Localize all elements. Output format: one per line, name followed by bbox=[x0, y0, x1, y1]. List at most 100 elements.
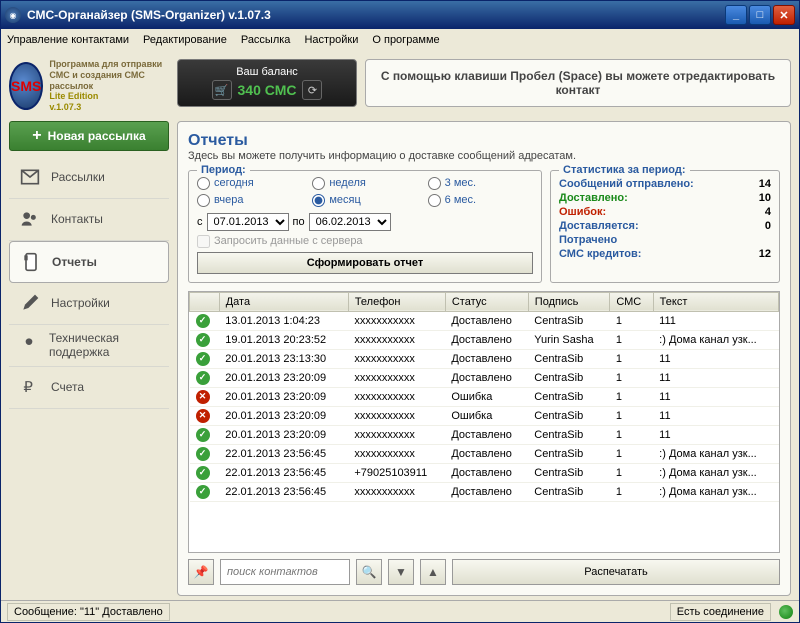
stat-errors-label: Ошибок: bbox=[559, 206, 606, 218]
mail-icon bbox=[19, 166, 41, 188]
table-row[interactable]: ✓13.01.2013 1:04:23xxxxxxxxxxxДоставлено… bbox=[190, 311, 779, 330]
print-button[interactable]: Распечатать bbox=[452, 559, 780, 585]
maximize-button[interactable]: □ bbox=[749, 5, 771, 25]
stat-errors-value: 4 bbox=[765, 206, 771, 218]
content-panel: Отчеты Здесь вы можете получить информац… bbox=[177, 121, 791, 596]
stat-delivered-value: 10 bbox=[759, 192, 771, 204]
stats-legend: Статистика за период: bbox=[559, 164, 690, 176]
top-area: SMS Программа для отправки СМС и создани… bbox=[1, 51, 799, 117]
table-row[interactable]: ✕20.01.2013 23:20:09xxxxxxxxxxxОшибкаCen… bbox=[190, 406, 779, 425]
check-icon: ✓ bbox=[196, 466, 210, 480]
new-campaign-button[interactable]: Новая рассылка bbox=[9, 121, 169, 151]
column-header[interactable]: Дата bbox=[219, 292, 348, 311]
stat-credits-value: 12 bbox=[759, 248, 771, 260]
sidebar-item-support[interactable]: Техническая поддержка bbox=[9, 325, 169, 367]
sidebar-item-billing[interactable]: ₽Счета bbox=[9, 367, 169, 409]
sidebar-item-label: Контакты bbox=[51, 212, 103, 226]
balance-value: 340 СМС bbox=[238, 82, 297, 98]
bottom-toolbar: 📌 🔍 ▼ ▲ Распечатать bbox=[188, 559, 780, 585]
filter-row: Период: сегоднянеделя3 мес.вчерамесяц6 м… bbox=[188, 170, 780, 283]
sidebar-item-settings[interactable]: Настройки bbox=[9, 283, 169, 325]
menu-item[interactable]: Настройки bbox=[304, 34, 358, 46]
to-label: по bbox=[293, 216, 305, 228]
stat-credits-label: СМС кредитов: bbox=[559, 248, 641, 260]
to-date-select[interactable]: 06.02.2013 bbox=[309, 213, 391, 231]
statusbar: Сообщение: "11" Доставлено Есть соединен… bbox=[1, 600, 799, 622]
menu-item[interactable]: Редактирование bbox=[143, 34, 227, 46]
period-radio[interactable]: месяц bbox=[312, 194, 417, 207]
stat-sent-value: 14 bbox=[759, 178, 771, 190]
date-range-row: с 07.01.2013 по 06.02.2013 bbox=[197, 213, 533, 231]
page-subtitle: Здесь вы можете получить информацию о до… bbox=[188, 150, 780, 162]
table-row[interactable]: ✓20.01.2013 23:13:30xxxxxxxxxxxДоставлен… bbox=[190, 349, 779, 368]
column-header[interactable]: Телефон bbox=[348, 292, 445, 311]
cart-icon[interactable]: 🛒 bbox=[212, 80, 232, 100]
table-row[interactable]: ✓19.01.2013 20:23:52xxxxxxxxxxxДоставлен… bbox=[190, 330, 779, 349]
sidebar-item-label: Техническая поддержка bbox=[49, 331, 159, 359]
search-input[interactable] bbox=[220, 559, 350, 585]
table-row[interactable]: ✓22.01.2013 23:56:45+79025103911Доставле… bbox=[190, 463, 779, 482]
app-icon: ◉ bbox=[5, 7, 21, 23]
from-date-select[interactable]: 07.01.2013 bbox=[207, 213, 289, 231]
table-row[interactable]: ✓20.01.2013 23:20:09xxxxxxxxxxxДоставлен… bbox=[190, 368, 779, 387]
period-radio[interactable]: 6 мес. bbox=[428, 194, 533, 207]
from-label: с bbox=[197, 216, 203, 228]
error-icon: ✕ bbox=[196, 409, 210, 423]
menu-item[interactable]: О программе bbox=[372, 34, 439, 46]
down-icon[interactable]: ▼ bbox=[388, 559, 414, 585]
stat-sent-label: Сообщений отправлено: bbox=[559, 178, 694, 190]
stats-fieldset: Статистика за период: Сообщений отправле… bbox=[550, 170, 780, 283]
table-row[interactable]: ✓20.01.2013 23:20:09xxxxxxxxxxxДоставлен… bbox=[190, 425, 779, 444]
refresh-balance-icon[interactable]: ⟳ bbox=[302, 80, 322, 100]
period-legend: Период: bbox=[197, 164, 250, 176]
balance-panel: Ваш баланс 🛒 340 СМС ⟳ bbox=[177, 59, 357, 107]
sidebar-item-mail[interactable]: Рассылки bbox=[9, 157, 169, 199]
period-radio[interactable]: вчера bbox=[197, 194, 302, 207]
menu-item[interactable]: Рассылка bbox=[241, 34, 291, 46]
column-header[interactable]: СМС bbox=[610, 292, 653, 311]
reports-icon bbox=[20, 251, 42, 273]
app-window: ◉ СМС-Органайзер (SMS-Organizer) v.1.07.… bbox=[0, 0, 800, 623]
period-radio[interactable]: неделя bbox=[312, 177, 417, 190]
server-request-input[interactable] bbox=[197, 235, 210, 248]
close-button[interactable]: ✕ bbox=[773, 5, 795, 25]
report-table-wrap[interactable]: ДатаТелефонСтатусПодписьСМСТекст ✓13.01.… bbox=[188, 291, 780, 553]
settings-icon bbox=[19, 292, 41, 314]
contacts-icon bbox=[19, 208, 41, 230]
sidebar-item-label: Отчеты bbox=[52, 255, 97, 269]
column-header[interactable]: Подпись bbox=[528, 292, 610, 311]
period-radio[interactable]: сегодня bbox=[197, 177, 302, 190]
stat-pending-value: 0 bbox=[765, 220, 771, 232]
check-icon: ✓ bbox=[196, 352, 210, 366]
up-icon[interactable]: ▲ bbox=[420, 559, 446, 585]
logo-text: Программа для отправки СМС и создания СМ… bbox=[49, 59, 169, 113]
sidebar-item-label: Рассылки bbox=[51, 170, 105, 184]
column-header[interactable] bbox=[190, 292, 220, 311]
sidebar-item-label: Настройки bbox=[51, 296, 110, 310]
balance-label: Ваш баланс bbox=[236, 66, 298, 78]
window-title: СМС-Органайзер (SMS-Organizer) v.1.07.3 bbox=[27, 8, 725, 22]
column-header[interactable]: Текст bbox=[653, 292, 778, 311]
menu-item[interactable]: Управление контактами bbox=[7, 34, 129, 46]
globe-icon bbox=[779, 605, 793, 619]
sidebar-item-reports[interactable]: Отчеты bbox=[9, 241, 169, 283]
logo-edition: Lite Edition bbox=[49, 91, 169, 102]
sidebar-item-label: Счета bbox=[51, 380, 84, 394]
search-icon[interactable]: 🔍 bbox=[356, 559, 382, 585]
report-table: ДатаТелефонСтатусПодписьСМСТекст ✓13.01.… bbox=[189, 292, 779, 502]
table-row[interactable]: ✓22.01.2013 23:56:45xxxxxxxxxxxДоставлен… bbox=[190, 444, 779, 463]
pin-icon[interactable]: 📌 bbox=[188, 559, 214, 585]
table-row[interactable]: ✓22.01.2013 23:56:45xxxxxxxxxxxДоставлен… bbox=[190, 482, 779, 501]
check-icon: ✓ bbox=[196, 428, 210, 442]
sidebar-item-contacts[interactable]: Контакты bbox=[9, 199, 169, 241]
table-row[interactable]: ✕20.01.2013 23:20:09xxxxxxxxxxxОшибкаCen… bbox=[190, 387, 779, 406]
generate-report-button[interactable]: Сформировать отчет bbox=[197, 252, 533, 274]
server-request-checkbox[interactable]: Запросить данные с сервера bbox=[197, 235, 533, 248]
hint-panel: С помощью клавиши Пробел (Space) вы може… bbox=[365, 59, 791, 107]
period-fieldset: Период: сегоднянеделя3 мес.вчерамесяц6 м… bbox=[188, 170, 542, 283]
minimize-button[interactable]: _ bbox=[725, 5, 747, 25]
connection-status: Есть соединение bbox=[670, 603, 771, 621]
logo-tagline: Программа для отправки СМС и создания СМ… bbox=[49, 59, 169, 91]
period-radio[interactable]: 3 мес. bbox=[428, 177, 533, 190]
column-header[interactable]: Статус bbox=[445, 292, 528, 311]
